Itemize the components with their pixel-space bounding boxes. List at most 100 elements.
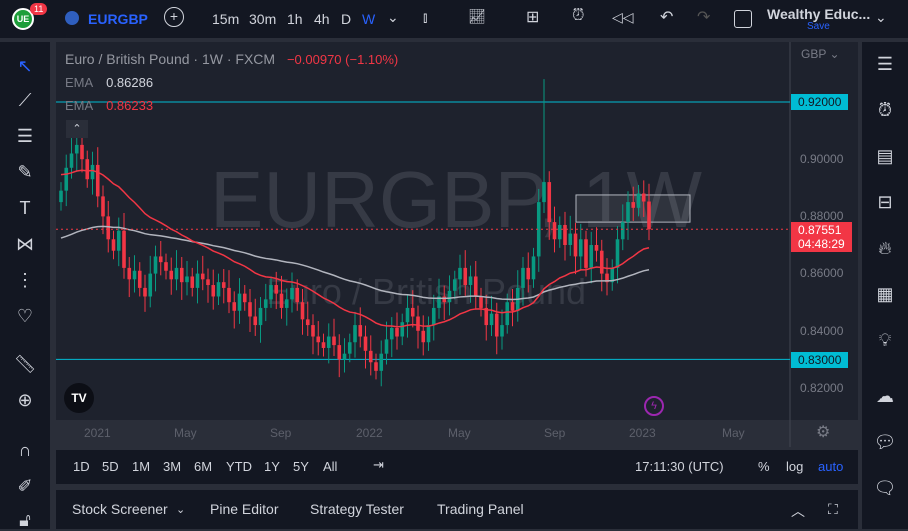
forecast-icon[interactable]: ⋮ [10, 270, 40, 291]
pattern-icon[interactable]: ⋈ [10, 234, 40, 255]
trendline-icon[interactable]: ⟋ [10, 90, 40, 111]
currency-selector[interactable]: GBP ⌄ [801, 47, 840, 61]
chevron-down-icon[interactable]: ⌄ [176, 503, 185, 516]
range-ytd[interactable]: YTD [226, 459, 252, 474]
news-icon[interactable]: ▤ [870, 146, 900, 167]
candle-body [132, 270, 137, 280]
candle-body [80, 144, 84, 160]
tab-trading-panel[interactable]: Trading Panel [437, 501, 524, 517]
candle-body [290, 287, 294, 300]
candle-body [305, 319, 310, 326]
cursor-icon[interactable]: ↖ [10, 56, 40, 77]
brush-icon[interactable]: ✎ [10, 162, 40, 183]
interval-1h[interactable]: 1h [287, 11, 303, 27]
interval-w[interactable]: W [362, 11, 375, 27]
chats-icon[interactable]: 💬︎ [870, 432, 900, 453]
interval-15m[interactable]: 15m [212, 11, 239, 27]
maximize-icon[interactable]: ⛶ [828, 501, 838, 518]
time-tick: 2021 [84, 426, 111, 440]
data-window-icon[interactable]: ⊟ [870, 192, 900, 213]
compare-add-icon[interactable]: + [164, 7, 184, 27]
range-6m[interactable]: 6M [194, 459, 212, 474]
save-button[interactable]: Save [807, 21, 830, 32]
clock[interactable]: 17:11:30 (UTC) [635, 459, 724, 474]
hotlist-icon[interactable]: 🔥︎ [870, 238, 900, 259]
candle-body [631, 202, 636, 208]
alert-icon[interactable]: ⏰︎ [572, 7, 584, 25]
candle-body [64, 167, 69, 191]
currency-label: GBP [801, 47, 827, 61]
layout-icon[interactable]: ⊞ [526, 7, 539, 27]
candle-body [206, 279, 210, 286]
range-all[interactable]: All [323, 459, 337, 474]
ruler-icon[interactable]: 📏︎ [10, 354, 40, 375]
range-1m[interactable]: 1M [132, 459, 150, 474]
lock-drawing-icon[interactable]: ✐ [10, 476, 40, 497]
magnet-icon[interactable]: ∩ [10, 440, 40, 461]
ema-legend-2[interactable]: EMA 0.86233 [65, 98, 153, 113]
undo-icon[interactable]: ↶ [660, 7, 673, 27]
layout-name[interactable]: Wealthy Educ... [767, 6, 870, 22]
comments-icon[interactable]: 🗨︎ [870, 478, 900, 499]
range-1y[interactable]: 1Y [264, 459, 280, 474]
candle-body [311, 325, 315, 337]
percent-toggle[interactable]: % [758, 459, 770, 474]
fib-icon[interactable]: ☰ [10, 126, 40, 147]
candle-body [332, 336, 336, 346]
line-label-092: 0.92000 [791, 94, 849, 110]
right-sidebar: ☰ ⏰︎ ▤ ⊟ 🔥︎ ▦ 💡︎ ☁ 💬︎ 🗨︎ [862, 42, 908, 529]
watchlist-icon[interactable]: ☰ [870, 54, 900, 75]
tab-stock-screener[interactable]: Stock Screener [72, 501, 168, 517]
candle-body [321, 342, 326, 348]
line-label-083: 0.83000 [791, 352, 849, 368]
indicators-icon[interactable]: 📈︎ [468, 8, 486, 25]
fullscreen-icon[interactable] [734, 10, 752, 28]
candle-body [69, 153, 74, 168]
range-5y[interactable]: 5Y [293, 459, 309, 474]
candle-body [557, 224, 562, 240]
candle-body [148, 273, 153, 297]
range-3m[interactable]: 3M [163, 459, 181, 474]
candle-body [431, 307, 436, 326]
candle-body [647, 201, 651, 230]
replay-icon[interactable]: ◁◁ [612, 9, 634, 26]
chevron-up-icon[interactable]: ︿ [791, 501, 805, 521]
heart-icon[interactable]: ♡ [10, 306, 40, 327]
goto-date-icon[interactable]: ⇥ [373, 457, 384, 473]
range-1d[interactable]: 1D [73, 459, 90, 474]
price-tick: 0.86000 [800, 266, 844, 280]
candle-body [116, 230, 121, 251]
tab-strategy-tester[interactable]: Strategy Tester [310, 501, 404, 517]
interval-d[interactable]: D [341, 11, 351, 27]
range-5d[interactable]: 5D [102, 459, 119, 474]
chart-pane[interactable]: EURGBP, 1W Euro / British Pound Euro / B… [56, 42, 858, 447]
cloud-icon[interactable]: ☁ [870, 386, 900, 407]
candle-body [531, 256, 536, 280]
interval-30m[interactable]: 30m [249, 11, 276, 27]
ema-legend-1[interactable]: EMA 0.86286 [65, 75, 153, 90]
zoom-icon[interactable]: ⊕ [10, 390, 40, 411]
chevron-down-icon[interactable]: ⌄ [387, 9, 399, 26]
notification-badge: 11 [30, 3, 48, 15]
text-icon[interactable]: T [10, 198, 40, 219]
symbol-search[interactable]: EURGBP [88, 11, 148, 27]
candle-body [479, 296, 483, 308]
candle-body [615, 239, 620, 268]
candles-icon[interactable]: ⫾ [423, 9, 427, 26]
interval-4h[interactable]: 4h [314, 11, 330, 27]
alerts-icon[interactable]: ⏰︎ [870, 100, 900, 121]
ideas-icon[interactable]: 💡︎ [870, 330, 900, 351]
lightning-icon[interactable]: ϟ [644, 396, 664, 416]
price-chart[interactable]: EURGBP, 1W Euro / British Pound [56, 42, 858, 447]
ema-value: 0.86233 [106, 98, 154, 113]
settings-gear-icon[interactable]: ⚙ [816, 422, 830, 442]
candle-body [326, 336, 331, 348]
log-toggle[interactable]: log [786, 459, 803, 474]
redo-icon[interactable]: ↷ [697, 7, 710, 27]
lock-icon[interactable]: 🔓︎ [10, 510, 40, 531]
tab-pine-editor[interactable]: Pine Editor [210, 501, 278, 517]
chevron-down-icon[interactable]: ⌄ [875, 9, 887, 26]
calendar-icon[interactable]: ▦ [870, 284, 900, 305]
collapse-legend-button[interactable]: ⌃ [66, 120, 88, 138]
auto-toggle[interactable]: auto [818, 459, 843, 474]
